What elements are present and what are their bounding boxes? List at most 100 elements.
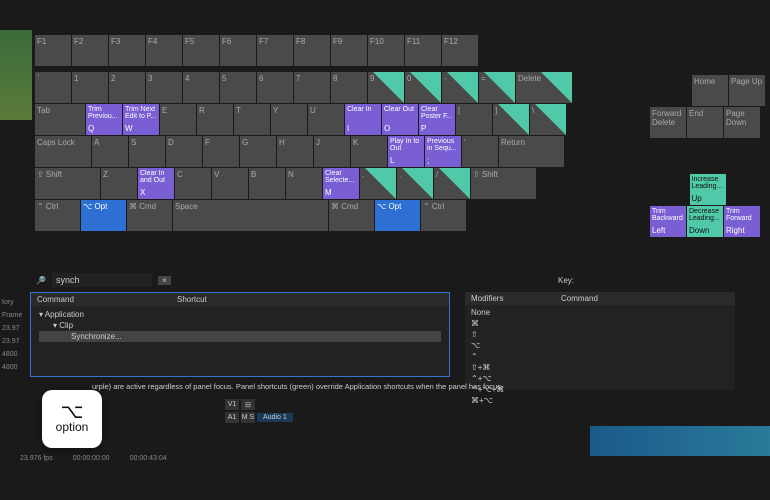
mod-row[interactable]: None [471, 307, 729, 318]
key-c[interactable]: C [175, 168, 211, 199]
key-f1[interactable]: F1 [35, 35, 71, 66]
key-cmd[interactable]: ⌘ Cmd [329, 200, 374, 231]
key-2[interactable]: 2 [109, 72, 145, 103]
search-input[interactable] [52, 273, 152, 287]
key-f3[interactable]: F3 [109, 35, 145, 66]
key-f12[interactable]: F12 [442, 35, 478, 66]
tree-item-clip[interactable]: ▾ Clip [39, 320, 441, 331]
key-o[interactable]: Clear OutO [382, 104, 418, 135]
key-ctrl[interactable]: ⌃ Ctrl [35, 200, 80, 231]
command-list[interactable]: CommandShortcut ▾ Application ▾ Clip Syn… [30, 292, 450, 377]
track-v1[interactable]: V1 [225, 399, 239, 410]
key-f11[interactable]: F11 [405, 35, 441, 66]
mod-row[interactable]: ⌃+⌥ [471, 373, 729, 384]
mod-row[interactable]: ⌘+⌥ [471, 395, 729, 406]
key-[interactable]: ` [35, 72, 71, 103]
mod-row[interactable]: ⌃+⌥+⌘ [471, 384, 729, 395]
clear-search-icon[interactable]: × [158, 276, 171, 285]
key-b[interactable]: B [249, 168, 285, 199]
key-return[interactable]: Return [499, 136, 564, 167]
key-space[interactable]: Space [173, 200, 328, 231]
mod-row[interactable]: ⌃ [471, 351, 729, 362]
key-pagedown[interactable]: Page Down [724, 107, 760, 138]
audio-clip[interactable]: Audio 1 [257, 413, 293, 422]
key-w[interactable]: Trim Next Edit to P...W [123, 104, 159, 135]
key-delete[interactable]: Delete [516, 72, 572, 103]
key-l[interactable]: Play In to OutL [388, 136, 424, 167]
key-n[interactable]: N [286, 168, 322, 199]
mod-row[interactable]: ⇧ [471, 329, 729, 340]
key-9[interactable]: 9 [368, 72, 404, 103]
key-left[interactable]: Trim BackwardLeft [650, 206, 686, 237]
key-3[interactable]: 3 [146, 72, 182, 103]
waveform-preview[interactable] [590, 426, 770, 456]
key-down[interactable]: Decrease Leading...Down [687, 206, 723, 237]
key-v[interactable]: V [212, 168, 248, 199]
key-opt[interactable]: ⌥ Opt [81, 200, 126, 231]
key-up[interactable]: Increase Leading...Up [690, 174, 726, 205]
key-d[interactable]: D [166, 136, 202, 167]
key-ctrl[interactable]: ⌃ Ctrl [421, 200, 466, 231]
key-cmd[interactable]: ⌘ Cmd [127, 200, 172, 231]
key-j[interactable]: J [314, 136, 350, 167]
key-[interactable]: , [360, 168, 396, 199]
key-i[interactable]: Clear InI [345, 104, 381, 135]
key-f5[interactable]: F5 [183, 35, 219, 66]
key-[interactable]: . [397, 168, 433, 199]
timeline-tracks[interactable]: V1⊟ A1M SAudio 1 [225, 398, 445, 430]
key-t[interactable]: T [234, 104, 270, 135]
key-shift[interactable]: ⇧ Shift [35, 168, 100, 199]
key-forwarddelete[interactable]: Forward Delete [650, 107, 686, 138]
key-x[interactable]: Clear In and OutX [138, 168, 174, 199]
key-f9[interactable]: F9 [331, 35, 367, 66]
key-7[interactable]: 7 [294, 72, 330, 103]
key-k[interactable]: K [351, 136, 387, 167]
key-[interactable]: = [479, 72, 515, 103]
key-[interactable]: \ [530, 104, 566, 135]
key-r[interactable]: R [197, 104, 233, 135]
key-tab[interactable]: Tab [35, 104, 85, 135]
key-pageup[interactable]: Page Up [729, 75, 765, 106]
key-f[interactable]: F [203, 136, 239, 167]
key-h[interactable]: H [277, 136, 313, 167]
key-u[interactable]: U [308, 104, 344, 135]
key-a[interactable]: A [92, 136, 128, 167]
key-z[interactable]: Z [101, 168, 137, 199]
key-m[interactable]: Clear Selecte...M [323, 168, 359, 199]
mod-row[interactable]: ⌘ [471, 318, 729, 329]
tree-item-app[interactable]: ▾ Application [39, 309, 441, 320]
key-[interactable]: - [442, 72, 478, 103]
key-right[interactable]: Trim ForwardRight [724, 206, 760, 237]
key-[interactable]: [ [456, 104, 492, 135]
key-1[interactable]: 1 [72, 72, 108, 103]
key-[interactable]: / [434, 168, 470, 199]
key-5[interactable]: 5 [220, 72, 256, 103]
key-f2[interactable]: F2 [72, 35, 108, 66]
key-end[interactable]: End [687, 107, 723, 138]
key-f7[interactable]: F7 [257, 35, 293, 66]
key-[interactable]: Previous in Sequ...; [425, 136, 461, 167]
key-0[interactable]: 0 [405, 72, 441, 103]
key-q[interactable]: Trim Previou...Q [86, 104, 122, 135]
key-s[interactable]: S [129, 136, 165, 167]
key-f8[interactable]: F8 [294, 35, 330, 66]
key-f4[interactable]: F4 [146, 35, 182, 66]
key-6[interactable]: 6 [257, 72, 293, 103]
key-home[interactable]: Home [692, 75, 728, 106]
key-8[interactable]: 8 [331, 72, 367, 103]
key-4[interactable]: 4 [183, 72, 219, 103]
track-a1[interactable]: A1 [225, 412, 239, 423]
key-f10[interactable]: F10 [368, 35, 404, 66]
key-shift[interactable]: ⇧ Shift [471, 168, 536, 199]
key-capslock[interactable]: Caps Lock [35, 136, 91, 167]
key-[interactable]: ] [493, 104, 529, 135]
tree-item-sync[interactable]: Synchronize... [39, 331, 441, 342]
key-y[interactable]: Y [271, 104, 307, 135]
mod-row[interactable]: ⇧+⌘ [471, 362, 729, 373]
key-f6[interactable]: F6 [220, 35, 256, 66]
key-opt[interactable]: ⌥ Opt [375, 200, 420, 231]
key-g[interactable]: G [240, 136, 276, 167]
mod-row[interactable]: ⌥ [471, 340, 729, 351]
key-e[interactable]: E [160, 104, 196, 135]
key-[interactable]: ' [462, 136, 498, 167]
